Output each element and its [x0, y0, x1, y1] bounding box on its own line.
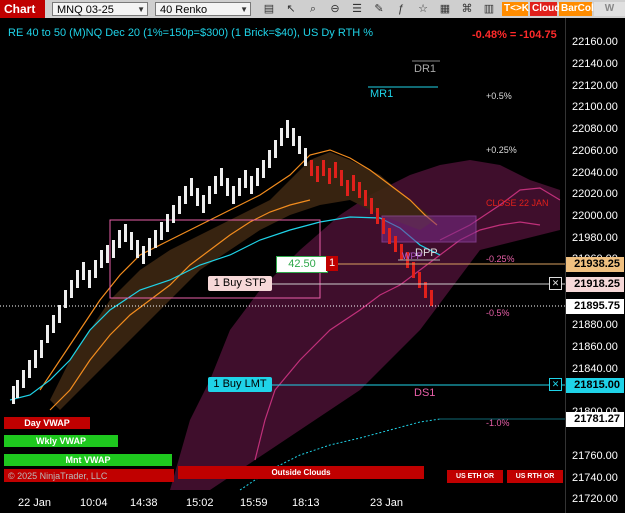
price-tick: 21740.00 [572, 472, 618, 484]
strategy-icon[interactable]: ☆ [416, 2, 430, 16]
price-tick: 22040.00 [572, 167, 618, 179]
timeframe-selector[interactable]: 40 Renko ▼ [155, 2, 251, 16]
attach-icon[interactable]: ⌘ [460, 2, 474, 16]
price-tick: 22120.00 [572, 80, 618, 92]
day-vwap-tag: Day VWAP [4, 417, 90, 429]
toolbar: Chart MNQ 03-25 ▼ 40 Renko ▼ ▤ ↖ ⌕ ⊖ ☰ ✎… [0, 0, 625, 28]
chevron-down-icon: ▼ [137, 5, 145, 14]
price-tick: 22100.00 [572, 101, 618, 113]
price-tick: 22020.00 [572, 188, 618, 200]
time-tick: 15:02 [186, 497, 214, 509]
price-tick: 22080.00 [572, 123, 618, 135]
position-qty-box[interactable]: 1 [326, 256, 338, 271]
chevron-down-icon: ▼ [240, 5, 248, 14]
pct-level: -0.25% [486, 254, 515, 264]
timeframe-value: 40 Renko [160, 4, 208, 16]
time-tick: 15:59 [240, 497, 268, 509]
price-tick: 22060.00 [572, 145, 618, 157]
time-tick: 10:04 [80, 497, 108, 509]
time-tick: 23 Jan [370, 497, 404, 509]
stop-price-tag: 21918.25 [566, 277, 624, 292]
buy-stop-order-label[interactable]: 1 Buy STP [208, 276, 272, 291]
pivot-ds1: DS1 [414, 387, 436, 399]
current-price-tag: 21895.75 [566, 299, 624, 314]
ichimoku-cloud [170, 160, 560, 490]
price-tick: 22160.00 [572, 36, 618, 48]
tk-button[interactable]: T<>K [502, 2, 529, 16]
pointer-icon[interactable]: ↖ [284, 2, 298, 16]
mnt-vwap-tag: Mnt VWAP [4, 454, 172, 466]
time-tick: 18:13 [292, 497, 320, 509]
time-tick: 14:38 [130, 497, 158, 509]
pct-level: -1.0% [486, 418, 510, 428]
price-tick: 22000.00 [572, 210, 618, 222]
price-tick: 21840.00 [572, 363, 618, 375]
price-tick: 21880.00 [572, 319, 618, 331]
barcol-button[interactable]: BarCol [559, 2, 594, 16]
wkly-vwap-tag: Wkly VWAP [4, 435, 118, 447]
pnl-value-box[interactable]: 42.50 [276, 256, 328, 273]
pct-level: -0.5% [486, 308, 510, 318]
zoom-out-icon[interactable]: ⊖ [328, 2, 342, 16]
chart-legend-title: RE 40 to 50 (M)NQ Dec 20 (1%=150p=$300) … [8, 27, 374, 39]
outside-clouds-bar: Outside Clouds [178, 466, 424, 479]
zoom-icon[interactable]: ⌕ [306, 2, 320, 16]
us-rth-or-bar: US RTH OR [507, 470, 563, 483]
pct-change-label: -0.48% = -104.75 [472, 29, 557, 41]
cancel-stop-icon[interactable]: ✕ [549, 277, 562, 290]
price-tick: 22140.00 [572, 58, 618, 70]
instrument-value: MNQ 03-25 [57, 4, 114, 16]
indicators-icon[interactable]: ƒ [394, 2, 408, 16]
price-tick: 21760.00 [572, 450, 618, 462]
pivot-mr1: MR1 [370, 88, 394, 100]
cancel-limit-icon[interactable]: ✕ [549, 378, 562, 391]
pct-level: +0.25% [486, 145, 517, 155]
pivot-dr1: DR1 [414, 63, 437, 75]
vwap-button[interactable]: W VWA [594, 2, 625, 28]
low-price-tag: 21781.27 [566, 412, 624, 427]
price-tick: 21860.00 [572, 341, 618, 353]
us-eth-or-bar: US ETH OR [447, 470, 503, 483]
price-tick: 21720.00 [572, 493, 618, 505]
bars-icon[interactable]: ▤ [262, 2, 276, 16]
last-price-tag: 21938.25 [566, 257, 624, 272]
time-tick: 22 Jan [18, 497, 52, 509]
properties-icon[interactable]: ☰ [350, 2, 364, 16]
draw-icon[interactable]: ✎ [372, 2, 386, 16]
copyright-text: © 2025 NinjaTrader, LLC [8, 471, 108, 481]
pivot-wpp: WPP [402, 251, 423, 261]
close-label: CLOSE 22 JAN [486, 198, 549, 208]
template-icon[interactable]: ▦ [438, 2, 452, 16]
cloud-button[interactable]: Cloud [530, 2, 560, 16]
chart-tab[interactable]: Chart [0, 0, 45, 18]
instrument-selector[interactable]: MNQ 03-25 ▼ [52, 2, 148, 16]
pct-level: +0.5% [486, 91, 512, 101]
buy-limit-order-label[interactable]: 1 Buy LMT [208, 377, 272, 392]
price-tick: 21980.00 [572, 232, 618, 244]
grid-icon[interactable]: ▥ [482, 2, 496, 16]
limit-price-tag: 21815.00 [566, 378, 624, 393]
